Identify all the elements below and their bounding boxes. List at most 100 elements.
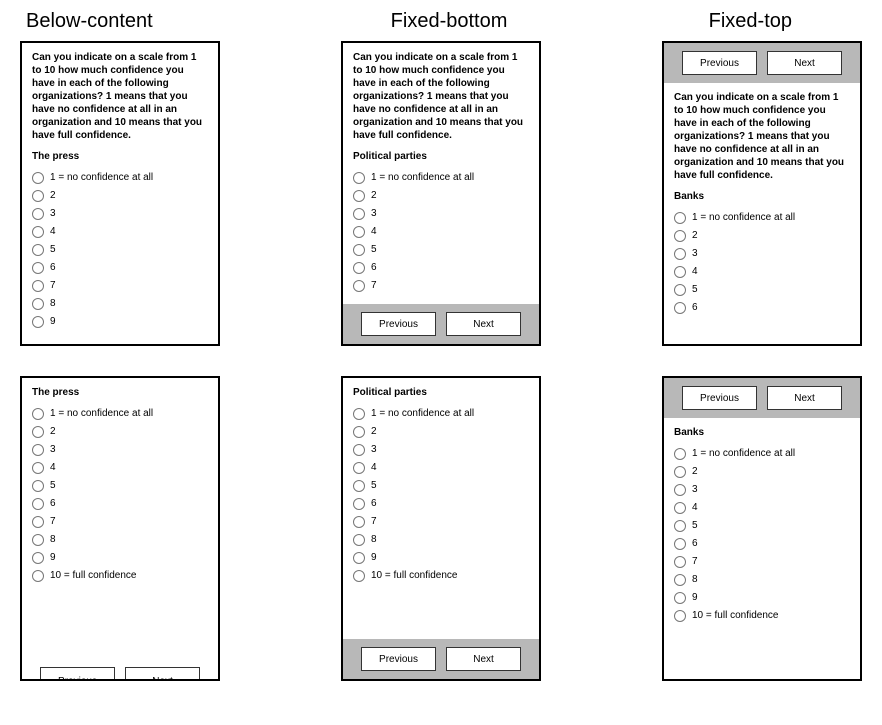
option-label: 6 (50, 497, 56, 510)
option-2[interactable]: 2 (353, 189, 529, 202)
option-2[interactable]: 2 (674, 465, 850, 478)
option-label: 9 (50, 551, 56, 564)
column-headings: Below-content Fixed-bottom Fixed-top (20, 10, 862, 33)
option-5[interactable]: 5 (674, 283, 850, 296)
radio-icon (32, 570, 44, 582)
option-7[interactable]: 7 (674, 555, 850, 568)
previous-button[interactable]: Previous (361, 312, 436, 336)
option-label: 3 (692, 247, 698, 260)
option-2[interactable]: 2 (353, 425, 529, 438)
nav-bar-top: Previous Next (664, 43, 860, 83)
radio-icon (32, 498, 44, 510)
options-list: 1 = no confidence at all 2 3 4 5 6 7 8 9… (353, 407, 529, 582)
option-6[interactable]: 6 (32, 497, 208, 510)
option-7[interactable]: 7 (353, 515, 529, 528)
radio-icon (674, 520, 686, 532)
radio-icon (32, 462, 44, 474)
previous-button[interactable]: Previous (682, 51, 757, 75)
option-1[interactable]: 1 = no confidence at all (674, 447, 850, 460)
option-3[interactable]: 3 (674, 483, 850, 496)
radio-icon (353, 444, 365, 456)
option-10[interactable]: 10 = full confidence (674, 609, 850, 622)
option-3[interactable]: 3 (353, 443, 529, 456)
option-3[interactable]: 3 (32, 443, 208, 456)
option-3[interactable]: 3 (353, 207, 529, 220)
option-4[interactable]: 4 (353, 461, 529, 474)
option-6[interactable]: 6 (674, 301, 850, 314)
subject-parties: Political parties (353, 150, 529, 163)
option-9[interactable]: 9 (674, 591, 850, 604)
next-button[interactable]: Next (125, 667, 200, 681)
next-button[interactable]: Next (767, 386, 842, 410)
option-label: 8 (50, 297, 56, 310)
option-4[interactable]: 4 (32, 225, 208, 238)
option-1[interactable]: 1 = no confidence at all (32, 171, 208, 184)
option-3[interactable]: 3 (674, 247, 850, 260)
option-5[interactable]: 5 (32, 479, 208, 492)
nav-bar-bottom: Previous Next (343, 304, 539, 344)
option-5[interactable]: 5 (353, 243, 529, 256)
option-2[interactable]: 2 (32, 189, 208, 202)
option-9[interactable]: 9 (32, 551, 208, 564)
option-1[interactable]: 1 = no confidence at all (674, 211, 850, 224)
previous-button[interactable]: Previous (361, 647, 436, 671)
option-label: 1 = no confidence at all (692, 447, 795, 460)
option-4[interactable]: 4 (32, 461, 208, 474)
phone-fixed-bottom-bottom: Political parties 1 = no confidence at a… (341, 376, 541, 681)
previous-button[interactable]: Previous (40, 667, 115, 681)
option-label: 9 (50, 315, 56, 328)
next-button[interactable]: Next (767, 51, 842, 75)
option-10[interactable]: 10 = full confidence (32, 569, 208, 582)
radio-icon (674, 502, 686, 514)
option-label: 5 (371, 243, 377, 256)
row-top: Can you indicate on a scale from 1 to 10… (20, 41, 862, 346)
previous-button[interactable]: Previous (682, 386, 757, 410)
option-1[interactable]: 1 = no confidence at all (353, 171, 529, 184)
option-5[interactable]: 5 (674, 519, 850, 532)
option-label: 2 (50, 425, 56, 438)
option-label: 6 (692, 537, 698, 550)
option-6[interactable]: 6 (32, 261, 208, 274)
option-7[interactable]: 7 (32, 515, 208, 528)
radio-icon (674, 556, 686, 568)
option-10[interactable]: 10 = full confidence (353, 569, 529, 582)
radio-icon (674, 212, 686, 224)
option-label: 1 = no confidence at all (50, 171, 153, 184)
option-9[interactable]: 9 (353, 551, 529, 564)
next-button[interactable]: Next (446, 647, 521, 671)
option-8[interactable]: 8 (32, 297, 208, 310)
option-6[interactable]: 6 (353, 497, 529, 510)
option-label: 3 (50, 207, 56, 220)
option-6[interactable]: 6 (353, 261, 529, 274)
option-1[interactable]: 1 = no confidence at all (32, 407, 208, 420)
option-4[interactable]: 4 (674, 501, 850, 514)
radio-icon (32, 408, 44, 420)
option-2[interactable]: 2 (32, 425, 208, 438)
subject-parties: Political parties (353, 386, 529, 399)
option-5[interactable]: 5 (32, 243, 208, 256)
option-4[interactable]: 4 (353, 225, 529, 238)
option-9[interactable]: 9 (32, 315, 208, 328)
next-button[interactable]: Next (446, 312, 521, 336)
option-5[interactable]: 5 (353, 479, 529, 492)
nav-bar-top: Previous Next (664, 378, 860, 418)
option-3[interactable]: 3 (32, 207, 208, 220)
radio-icon (32, 516, 44, 528)
option-label: 9 (371, 551, 377, 564)
radio-icon (32, 480, 44, 492)
option-label: 7 (371, 279, 377, 292)
radio-icon (674, 610, 686, 622)
option-label: 2 (692, 229, 698, 242)
option-6[interactable]: 6 (674, 537, 850, 550)
option-4[interactable]: 4 (674, 265, 850, 278)
option-8[interactable]: 8 (32, 533, 208, 546)
option-2[interactable]: 2 (674, 229, 850, 242)
option-7[interactable]: 7 (353, 279, 529, 292)
row-bottom: The press 1 = no confidence at all 2 3 4… (20, 376, 862, 681)
option-label: 5 (371, 479, 377, 492)
option-7[interactable]: 7 (32, 279, 208, 292)
option-8[interactable]: 8 (353, 533, 529, 546)
option-1[interactable]: 1 = no confidence at all (353, 407, 529, 420)
option-label: 5 (50, 479, 56, 492)
option-8[interactable]: 8 (674, 573, 850, 586)
